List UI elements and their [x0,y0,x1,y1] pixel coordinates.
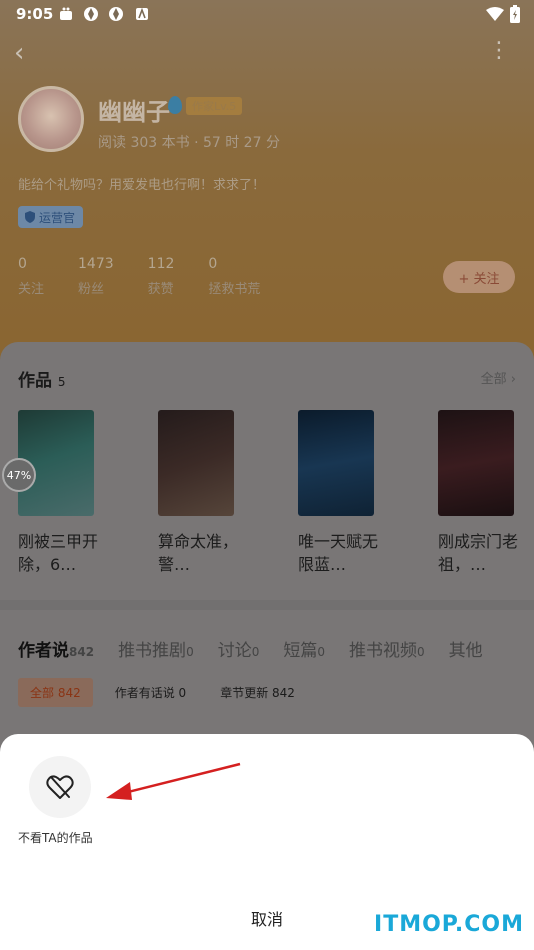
tab-count: 0 [251,645,260,659]
tab-label: 推书视频 [348,641,417,661]
level-badge: 作家Lv.5 [186,97,243,115]
works-title-text: 作品 [18,371,52,391]
app-notification-icon [84,7,98,21]
works-list: 刚被三甲开除，6… 算命太准，警… 唯一天赋无限蓝… 刚成宗门老祖，… [18,410,518,576]
tab-count: 842 [69,645,95,659]
tab-label: 推书推剧 [118,641,187,661]
author-name: 幽幽子 [98,98,170,126]
book-cover [298,410,374,516]
tab-book-recommend[interactable]: 推书推剧0 [118,636,194,661]
book-item[interactable]: 刚被三甲开除，6… [18,410,98,576]
tab-short-stories[interactable]: 短篇0 [283,636,325,661]
tab-discussion[interactable]: 讨论0 [218,636,260,661]
chip-author-notes[interactable]: 作者有话说 0 [103,678,198,707]
filter-chips: 全部 842 作者有话说 0 章节更新 842 [18,678,307,707]
tab-author-says[interactable]: 作者说842 [18,636,94,661]
broken-heart-icon [46,775,74,799]
back-icon[interactable]: ‹ [14,38,24,68]
stat-label: 获赞 [147,282,174,297]
reading-stats: 阅读 303 本书 · 57 时 27 分 [98,135,280,151]
ops-badge-label: 运营官 [39,210,76,225]
more-options-icon[interactable]: ⋮ [488,38,510,63]
block-works-label[interactable]: 不看TA的作品 [18,829,93,846]
reading-progress-badge[interactable]: 47% [2,458,36,492]
chip-all[interactable]: 全部 842 [18,678,93,707]
works-all-link[interactable]: 全部 › [481,368,516,387]
book-cover [158,410,234,516]
author-stats: 0 关注 1473 粉丝 112 获赞 0 拯救书荒 [18,256,294,297]
tab-label: 其他 [448,641,483,661]
tab-book-videos[interactable]: 推书视频0 [349,636,425,661]
app-notification-icon [109,7,123,21]
book-item[interactable]: 算命太准，警… [158,410,238,576]
tab-other[interactable]: 其他 [449,636,483,661]
works-count: 5 [57,375,66,389]
tab-count: 0 [317,645,325,659]
avatar[interactable] [18,86,84,152]
stat-likes[interactable]: 112 获赞 [148,256,175,297]
book-cover [438,410,514,516]
stat-following[interactable]: 0 关注 [18,256,44,297]
book-title: 算命太准，警… [158,532,239,574]
status-time: 9:05 [16,5,54,23]
author-motto: 能给个礼物吗？用爱发电也行啊！求求了！ [18,178,266,193]
chip-chapter-updates[interactable]: 章节更新 842 [208,678,307,707]
block-works-button[interactable] [29,756,91,818]
stat-label: 关注 [18,282,45,297]
verified-drop-icon [168,96,182,114]
battery-icon [510,5,520,23]
book-title: 唯一天赋无限蓝… [298,532,379,574]
book-title: 刚被三甲开除，6… [18,532,99,574]
section-divider [0,600,534,610]
book-item[interactable]: 唯一天赋无限蓝… [298,410,378,576]
stat-fans[interactable]: 1473 粉丝 [78,256,114,297]
stat-value: 112 [147,256,175,272]
status-bar: 9:05 [0,0,534,28]
content-tabs: 作者说842 推书推剧0 讨论0 短篇0 推书视频0 其他 [18,636,483,661]
stat-value: 0 [18,256,27,272]
stat-label: 粉丝 [78,282,105,297]
follow-button[interactable]: + 关注 [443,261,515,293]
stat-rescue[interactable]: 0 拯救书荒 [208,256,260,297]
watermark: ITMOP.COM [374,912,524,937]
book-title: 刚成宗门老祖，… [438,532,519,574]
tab-label: 作者说 [18,641,69,661]
tab-label: 短篇 [283,641,318,661]
shield-icon [25,211,35,223]
works-section-title: 作品 5 [18,366,66,391]
stat-value: 0 [208,256,218,272]
app-notification-icon [60,7,72,20]
app-notification-icon [136,7,148,20]
stat-label: 拯救书荒 [208,282,261,297]
tab-count: 0 [186,645,194,659]
wifi-icon [486,7,504,21]
tab-label: 讨论 [217,641,252,661]
ops-badge: 运营官 [18,206,84,228]
book-item[interactable]: 刚成宗门老祖，… [438,410,518,576]
stat-value: 1473 [78,256,114,272]
tab-count: 0 [416,645,425,659]
